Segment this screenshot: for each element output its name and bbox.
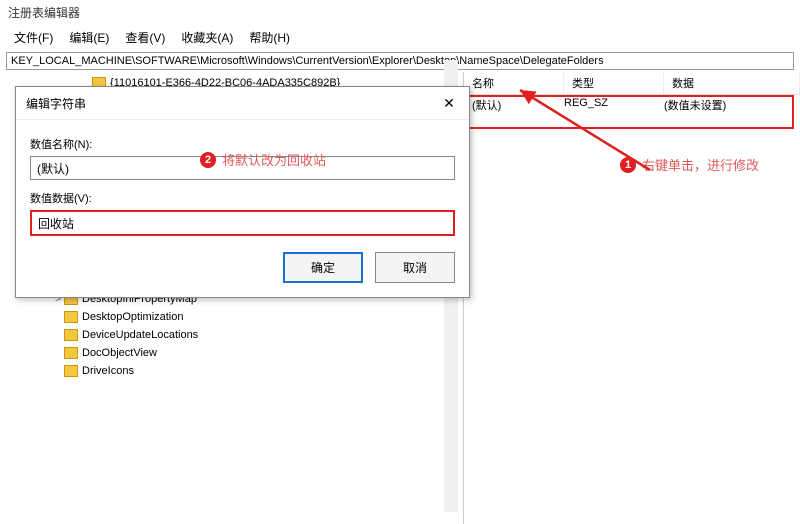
close-icon[interactable]: ✕ — [439, 93, 459, 113]
folder-icon — [64, 329, 78, 341]
value-data-input[interactable] — [30, 210, 455, 236]
cell-data: (数值未设置) — [664, 97, 800, 113]
tree-item-label: DocObjectView — [82, 347, 157, 359]
menu-file[interactable]: 文件(F) — [8, 27, 59, 48]
col-name[interactable]: 名称 — [464, 72, 564, 94]
cell-type: REG_SZ — [564, 97, 664, 113]
tree-item-label: DesktopOptimization — [82, 311, 184, 323]
menu-edit[interactable]: 编辑(E) — [63, 27, 115, 48]
value-data-label: 数值数据(V): — [30, 190, 455, 206]
cancel-button[interactable]: 取消 — [375, 252, 455, 283]
folder-icon — [64, 311, 78, 323]
col-type[interactable]: 类型 — [564, 72, 664, 94]
tree-item[interactable]: DeviceUpdateLocations — [4, 326, 463, 344]
window-title: 注册表编辑器 — [0, 0, 800, 25]
cell-name: (默认) — [464, 97, 564, 113]
list-row[interactable]: (默认) REG_SZ (数值未设置) — [464, 95, 800, 115]
col-data[interactable]: 数据 — [664, 72, 800, 94]
edit-string-dialog: 编辑字符串 ✕ 数值名称(N): 数值数据(V): 确定 取消 — [15, 86, 470, 298]
menu-favorites[interactable]: 收藏夹(A) — [175, 27, 239, 48]
list-header: 名称 类型 数据 — [464, 72, 800, 95]
tree-item-label: DriveIcons — [82, 365, 134, 377]
menu-view[interactable]: 查看(V) — [119, 27, 171, 48]
tree-item[interactable]: DriveIcons — [4, 362, 463, 380]
dialog-title: 编辑字符串 — [26, 95, 86, 112]
menu-help[interactable]: 帮助(H) — [243, 27, 296, 48]
value-name-label: 数值名称(N): — [30, 136, 455, 152]
tree-item-label: DeviceUpdateLocations — [82, 329, 198, 341]
value-list: 名称 类型 数据 (默认) REG_SZ (数值未设置) — [464, 72, 800, 524]
address-bar[interactable]: KEY_LOCAL_MACHINE\SOFTWARE\Microsoft\Win… — [6, 52, 794, 70]
folder-icon — [64, 347, 78, 359]
tree-item[interactable]: DocObjectView — [4, 344, 463, 362]
ok-button[interactable]: 确定 — [283, 252, 363, 283]
folder-icon — [64, 365, 78, 377]
tree-item[interactable]: DesktopOptimization — [4, 308, 463, 326]
value-name-input[interactable] — [30, 156, 455, 180]
menu-bar: 文件(F) 编辑(E) 查看(V) 收藏夹(A) 帮助(H) — [0, 25, 800, 50]
